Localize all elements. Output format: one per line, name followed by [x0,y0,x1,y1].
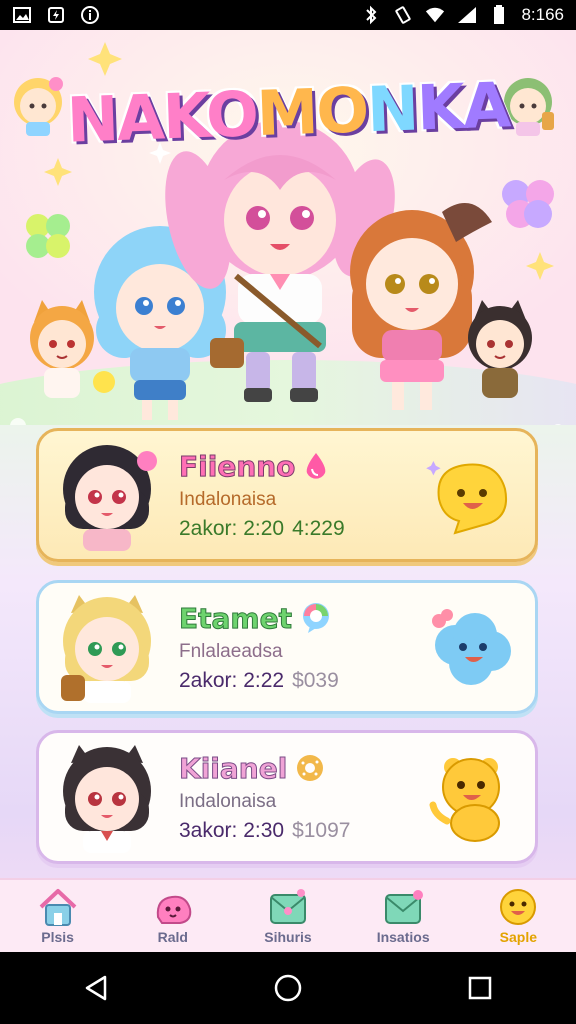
status-bar: 8:166 [0,0,576,30]
back-icon [85,975,107,1001]
card-meta-extra: $039 [292,668,339,692]
character-card-2[interactable]: Etamet Fnlalaeadsa 2akor: 2:22 $039 [36,580,538,714]
app-title-part-3: N [365,71,419,147]
pink-creature-icon [156,895,192,924]
app-title-part-2: MO [255,73,369,151]
wifi-icon [425,5,445,25]
card-info: Kiianel Indalonaisa 3akor: 2:30 $1097 [178,751,425,843]
character-card-3[interactable]: Kiianel Indalonaisa 3akor: 2:30 $1097 [36,730,538,864]
card-name: Kiianel [178,751,288,785]
home-button[interactable] [258,958,318,1018]
hero-banner: NAKOMONKA [0,30,576,425]
nav-item-sihuris[interactable]: Sihuris [240,887,336,945]
status-time: 8:166 [521,5,564,24]
card-name-row: Kiianel [178,751,425,785]
app-title-part-4: KA [415,68,511,145]
recents-button[interactable] [450,958,510,1018]
nav-item-saple[interactable]: Saple [470,887,566,945]
gallery-icon [12,5,32,25]
nav-label: Saple [499,929,538,945]
yellow-bear-mascot-icon[interactable] [425,751,517,843]
bluetooth-icon [361,5,381,25]
signal-icon [457,5,477,25]
mail-ribbon-icon [269,889,306,924]
donut-icon [297,755,324,781]
recents-icon [468,976,492,1000]
card-info: Etamet Fnlalaeadsa 2akor: 2:22 $039 [179,601,425,693]
card-subtitle: Fnlalaeadsa [179,640,283,662]
nav-label: Rald [157,929,188,945]
blue-cloud-mascot-icon[interactable] [425,601,517,693]
card-meta-extra: $1097 [292,818,351,842]
avatar [61,595,151,703]
system-navigation-bar [0,952,576,1024]
nav-item-rald[interactable]: Rald [125,887,221,945]
info-icon [80,5,100,25]
card-name: Fiienno [178,449,296,483]
card-meta: 3akor: 2:30 $1097 [179,819,425,843]
card-meta: 2akor: 2:22 $039 [179,669,425,693]
back-button[interactable] [66,958,126,1018]
card-name-row: Etamet [179,601,425,635]
nav-item-insatios[interactable]: Insatios [355,887,451,945]
avatar [63,445,157,551]
card-name: Etamet [179,601,293,635]
bottom-navigation: Plsis Rald Sihuris Insatios Saple [0,878,576,952]
card-info: Fiienno Indalonaisa 2akor: 2:20 4:229 [178,449,425,541]
avatar [63,745,151,853]
app-screen: NAKOMONKA Fiienno Indalonaisa 2akor: 2:2… [0,30,576,952]
mail-icon [385,890,424,924]
nav-label: Insatios [376,929,430,945]
battery-icon [489,5,509,25]
home-icon [39,889,76,926]
card-meta-time: 2akor: 2:20 [179,516,285,540]
card-name-row: Fiienno [178,449,425,483]
home-circle-icon [274,974,302,1002]
card-subtitle: Indalonaisa [179,488,277,510]
smiley-icon [500,889,537,925]
card-meta-time: 2akor: 2:22 [179,668,285,692]
nav-label: Sihuris [264,929,312,945]
flash-icon [46,5,66,25]
card-meta-time: 3akor: 2:30 [179,818,285,842]
card-subtitle: Indalonaisa [179,790,277,812]
nav-label: Plsis [41,929,74,945]
nav-item-home[interactable]: Plsis [10,887,106,945]
card-meta-extra: 4:229 [292,516,345,540]
vibrate-icon [393,5,413,25]
card-meta: 2akor: 2:20 4:229 [179,517,425,541]
chat-bubble-icon [302,603,329,633]
droplet-icon [307,453,326,479]
yellow-blob-mascot-icon[interactable] [425,449,517,541]
character-card-1[interactable]: Fiienno Indalonaisa 2akor: 2:20 4:229 [36,428,538,562]
app-title-part-1: NAKO [65,77,259,157]
